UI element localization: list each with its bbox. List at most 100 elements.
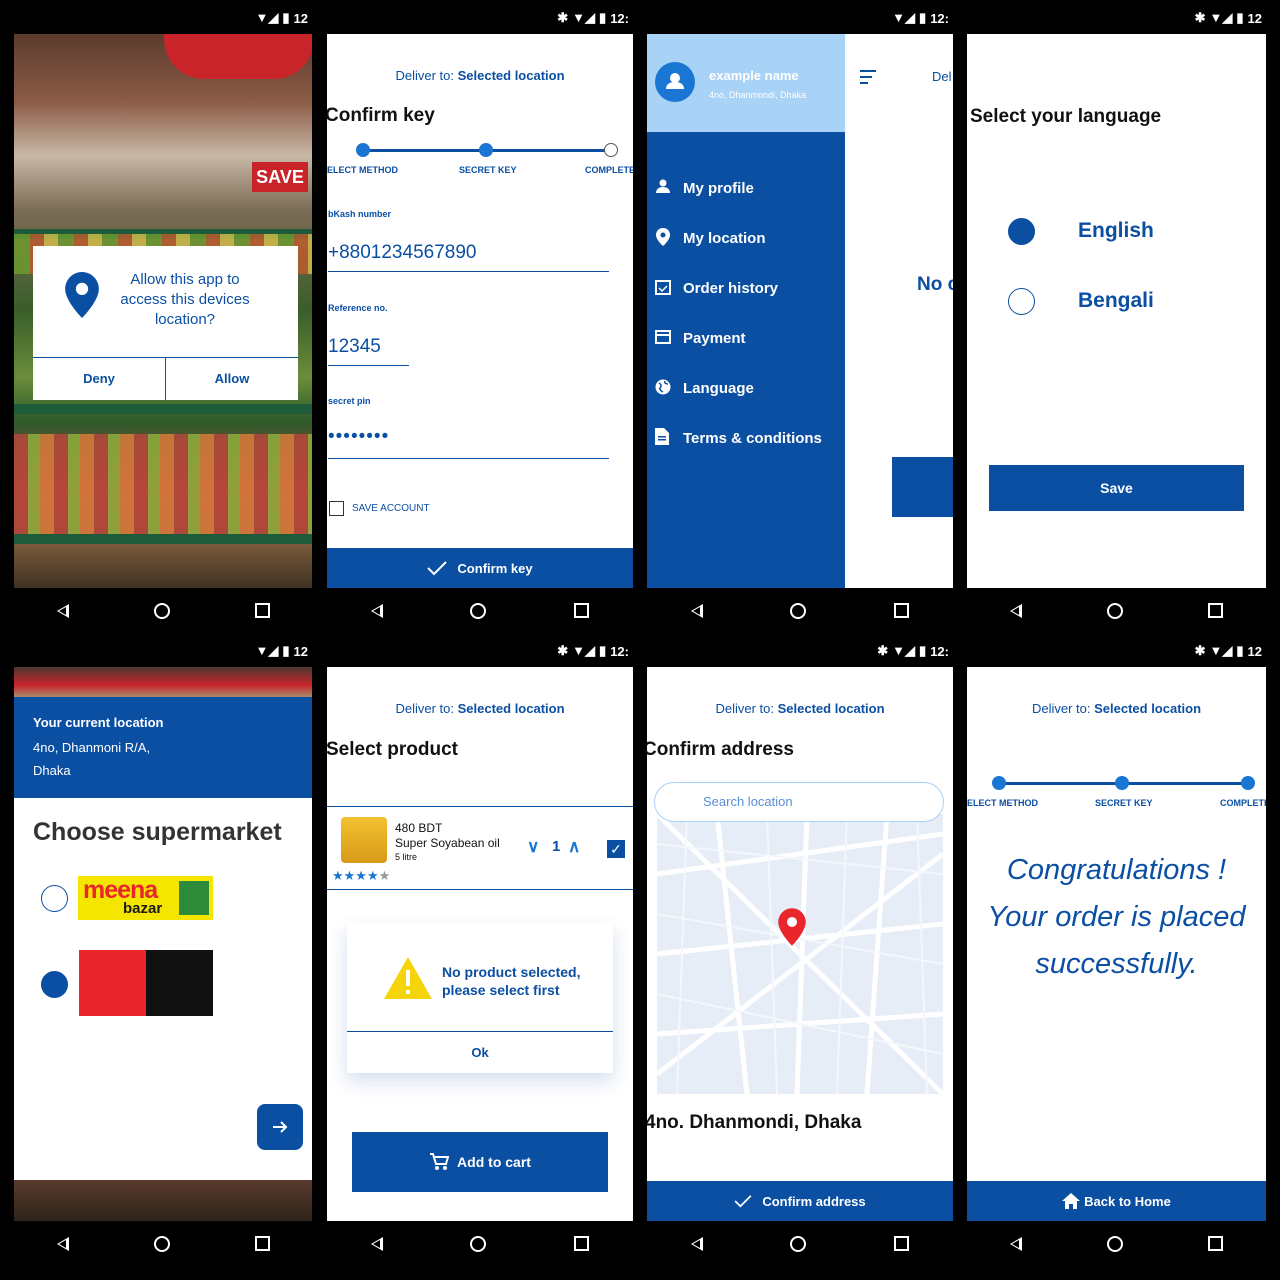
screen-select-product: ✱ ▼◢ ▮ 12: Deliver to: Selected location Se… bbox=[327, 633, 633, 1266]
status-time: 12: bbox=[930, 643, 949, 659]
bluetooth-icon: ✱ bbox=[877, 643, 889, 658]
recent-apps-icon[interactable] bbox=[254, 603, 270, 618]
back-icon[interactable] bbox=[1009, 603, 1022, 618]
home-circle-icon[interactable] bbox=[1106, 602, 1123, 619]
success-line: Your order is placed bbox=[987, 901, 1246, 933]
deny-button[interactable]: Deny bbox=[33, 358, 165, 400]
drawer-item-terms[interactable]: Terms & conditions bbox=[647, 424, 845, 454]
save-account-checkbox[interactable] bbox=[329, 501, 344, 516]
home-circle-icon[interactable] bbox=[470, 602, 487, 619]
shwapno-logo[interactable] bbox=[79, 950, 213, 1016]
back-icon[interactable] bbox=[56, 603, 69, 618]
action-button-peek[interactable] bbox=[892, 457, 953, 517]
back-icon[interactable] bbox=[690, 603, 703, 618]
meena-bazar-logo[interactable]: meena bazar bbox=[78, 876, 213, 920]
avatar[interactable] bbox=[655, 62, 695, 102]
nav-drawer: example name 4no, Dhanmondi, Dhaka My pr… bbox=[647, 34, 845, 588]
map-pin-icon bbox=[778, 908, 806, 946]
add-to-cart-button[interactable]: Add to cart bbox=[352, 1132, 608, 1192]
location-line: 4no, Dhanmoni R/A, bbox=[33, 740, 151, 755]
status-bar: ▼◢ ▮ 12: bbox=[647, 0, 953, 34]
recent-apps-icon[interactable] bbox=[574, 1236, 590, 1251]
qty-value: 1 bbox=[552, 838, 561, 855]
bkash-field[interactable]: +8801234567890 bbox=[328, 242, 476, 264]
home-circle-icon[interactable] bbox=[790, 602, 807, 619]
person-icon bbox=[666, 73, 684, 89]
product-price: 480 BDT bbox=[395, 821, 443, 835]
recent-apps-icon[interactable] bbox=[1208, 603, 1224, 618]
drawer-item-payment[interactable]: Payment bbox=[647, 324, 845, 354]
page-title: Select your language bbox=[970, 106, 1162, 127]
search-placeholder: Search location bbox=[703, 794, 793, 809]
user-name: example name bbox=[709, 68, 799, 83]
status-time: 12 bbox=[1247, 643, 1262, 659]
confirm-address-button[interactable]: Confirm address bbox=[647, 1181, 953, 1221]
radio-meena-bazar[interactable] bbox=[41, 885, 68, 912]
step-label: SELECT METHOD bbox=[967, 798, 1039, 808]
map-view[interactable] bbox=[657, 814, 943, 1094]
deliver-to[interactable]: Deliver to: Selected location bbox=[647, 701, 953, 716]
home-circle-icon[interactable] bbox=[790, 1235, 807, 1252]
home-circle-icon[interactable] bbox=[153, 1235, 170, 1252]
status-bar: ✱ ▼◢ ▮ 12: bbox=[327, 633, 633, 667]
back-icon[interactable] bbox=[56, 1236, 69, 1251]
recent-apps-icon[interactable] bbox=[574, 603, 590, 618]
alert-dialog: No product selected, please select first… bbox=[347, 923, 613, 1073]
check-icon bbox=[427, 561, 448, 576]
step-label: SELECT METHOD bbox=[327, 165, 399, 175]
recent-apps-icon[interactable] bbox=[254, 1236, 270, 1251]
qty-increase-icon[interactable]: ∧ bbox=[568, 837, 580, 857]
deliver-to[interactable]: Deliver to: Selected location bbox=[327, 68, 633, 83]
deliver-to[interactable]: Deliver to: Selected location bbox=[327, 701, 633, 716]
market-photo: SAVE Allow this app to access this devic… bbox=[14, 34, 312, 588]
product-card[interactable]: 480 BDT Super Soyabean oil 5 litre ★★★★★… bbox=[327, 806, 633, 890]
confirm-key-button[interactable]: Confirm key bbox=[327, 548, 633, 588]
home-circle-icon[interactable] bbox=[153, 602, 170, 619]
option-bengali[interactable]: Bengali bbox=[1078, 289, 1154, 313]
screen-drawer: ▼◢ ▮ 12: Del No c example name 4no, Dhanmo… bbox=[647, 0, 953, 633]
radio-english[interactable] bbox=[1008, 218, 1035, 245]
allow-button[interactable]: Allow bbox=[166, 358, 298, 400]
recent-apps-icon[interactable] bbox=[894, 603, 910, 618]
screen-confirm-key: ✱ ▼◢ ▮ 12: Deliver to: Selected location Co… bbox=[327, 0, 633, 633]
status-bar: ▼◢ ▮ 12 bbox=[14, 0, 312, 34]
selected-address: 4no. Dhanmondi, Dhaka bbox=[647, 1112, 862, 1133]
page-title: Confirm address bbox=[647, 739, 794, 760]
pin-field[interactable]: •••••••• bbox=[328, 426, 389, 448]
recent-apps-icon[interactable] bbox=[1208, 1236, 1224, 1251]
empty-peek: No c bbox=[917, 274, 953, 295]
drawer-item-order-history[interactable]: Order history bbox=[647, 274, 845, 304]
drawer-item-language[interactable]: Language bbox=[647, 374, 845, 404]
reference-field[interactable]: 12345 bbox=[328, 336, 381, 358]
back-icon[interactable] bbox=[370, 1236, 383, 1251]
status-time: 12 bbox=[293, 643, 308, 659]
back-to-home-button[interactable]: Back to Home bbox=[967, 1181, 1266, 1221]
wifi-icon: ▼◢ bbox=[572, 10, 596, 25]
deliver-to[interactable]: Deliver to: Selected location bbox=[967, 701, 1266, 716]
step-label: COMPLETE bbox=[585, 165, 633, 175]
select-product-checkbox[interactable]: ✓ bbox=[607, 840, 625, 858]
recent-apps-icon[interactable] bbox=[894, 1236, 910, 1251]
home-circle-icon[interactable] bbox=[470, 1235, 487, 1252]
next-arrow-button[interactable] bbox=[257, 1104, 303, 1150]
search-location-input[interactable]: Search location bbox=[654, 782, 944, 822]
status-time: 12: bbox=[610, 643, 629, 659]
ok-button[interactable]: Ok bbox=[347, 1032, 613, 1073]
drawer-item-my-profile[interactable]: My profile bbox=[647, 174, 845, 204]
qty-decrease-icon[interactable]: ∨ bbox=[527, 837, 539, 857]
back-icon[interactable] bbox=[1009, 1236, 1022, 1251]
option-english[interactable]: English bbox=[1078, 219, 1154, 243]
back-icon[interactable] bbox=[690, 1236, 703, 1251]
radio-shwapno[interactable] bbox=[41, 971, 68, 998]
status-time: 12: bbox=[610, 10, 629, 26]
radio-bengali[interactable] bbox=[1008, 288, 1035, 315]
back-icon[interactable] bbox=[370, 603, 383, 618]
drawer-item-label: Language bbox=[683, 380, 754, 397]
menu-icon[interactable] bbox=[860, 70, 876, 84]
save-button[interactable]: Save bbox=[989, 465, 1244, 511]
drawer-item-my-location[interactable]: My location bbox=[647, 224, 845, 254]
home-circle-icon[interactable] bbox=[1106, 1235, 1123, 1252]
step-dot bbox=[479, 143, 493, 157]
current-location-panel[interactable]: Your current location 4no, Dhanmoni R/A,… bbox=[14, 697, 312, 798]
battery-icon: ▮ bbox=[1236, 10, 1244, 25]
